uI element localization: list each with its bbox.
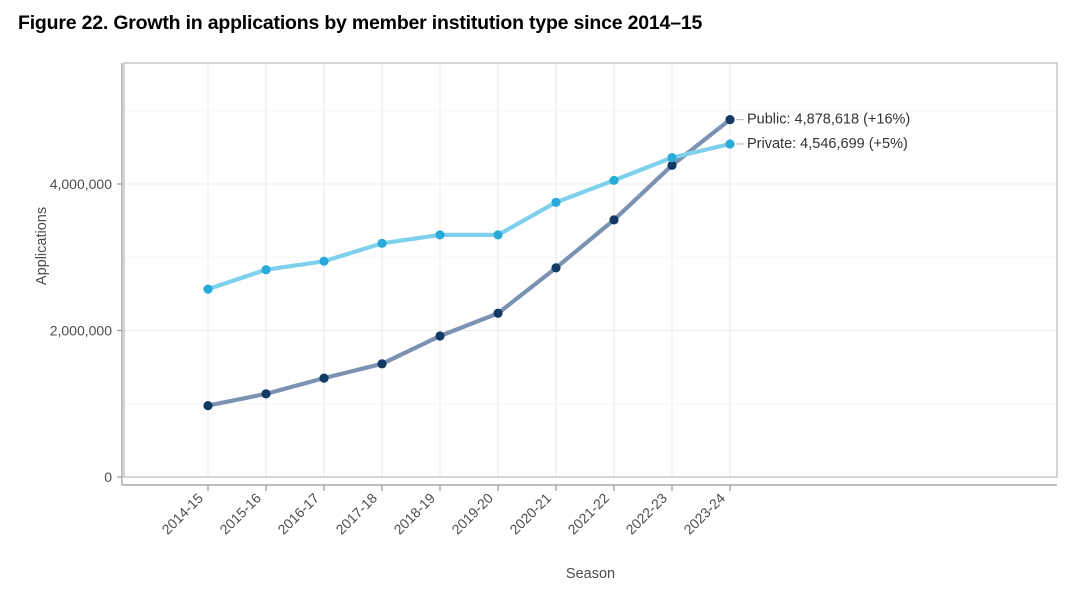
data-point-public — [319, 373, 329, 383]
data-point-private — [551, 197, 561, 207]
data-point-private — [609, 175, 619, 185]
data-point-private — [319, 256, 329, 266]
x-tick-label: 2023-24 — [680, 490, 728, 538]
y-tick-label: 0 — [104, 469, 112, 485]
data-point-public — [435, 331, 445, 341]
x-axis-title: Season — [565, 566, 616, 582]
x-tick-label: 2019-20 — [448, 490, 496, 538]
y-tick-label: 2,000,000 — [50, 323, 112, 339]
x-tick-label: 2018-19 — [390, 490, 438, 538]
x-tick-label: 2016-17 — [274, 490, 322, 538]
x-tick-label: 2021-22 — [564, 490, 612, 538]
x-tick-label: 2020-21 — [506, 490, 554, 538]
data-point-private — [435, 230, 445, 240]
data-point-private — [493, 230, 503, 240]
data-point-private — [667, 153, 677, 163]
data-point-private — [203, 284, 213, 294]
x-tick-label: 2014-15 — [158, 490, 206, 538]
data-point-private — [261, 265, 271, 275]
y-axis-title: Applications — [34, 206, 50, 286]
x-tick-label: 2022-23 — [622, 490, 670, 538]
data-point-private — [725, 139, 735, 149]
data-point-public — [203, 400, 213, 411]
data-point-private — [377, 238, 387, 248]
x-tick-label: 2015-16 — [216, 490, 264, 538]
y-tick-label: 4,000,000 — [50, 176, 112, 192]
end-label-private: Private: 4,546,699 (+5%) — [747, 136, 908, 152]
line-chart-plot: 0 2,000,000 4,000,000 2014-15 2015-16 2016-17… — [50, 62, 1058, 538]
data-point-public — [725, 115, 735, 125]
x-tick-label: 2017-18 — [332, 490, 380, 538]
data-point-public — [493, 308, 503, 318]
chart-figure: Applications Season 0 2,000,000 4,000,000 2… — [0, 0, 1080, 593]
data-point-public — [551, 263, 561, 273]
data-point-public — [261, 389, 271, 399]
end-label-public: Public: 4,878,618 (+16%) — [747, 111, 910, 127]
data-point-public — [377, 359, 387, 369]
data-point-public — [609, 215, 619, 225]
